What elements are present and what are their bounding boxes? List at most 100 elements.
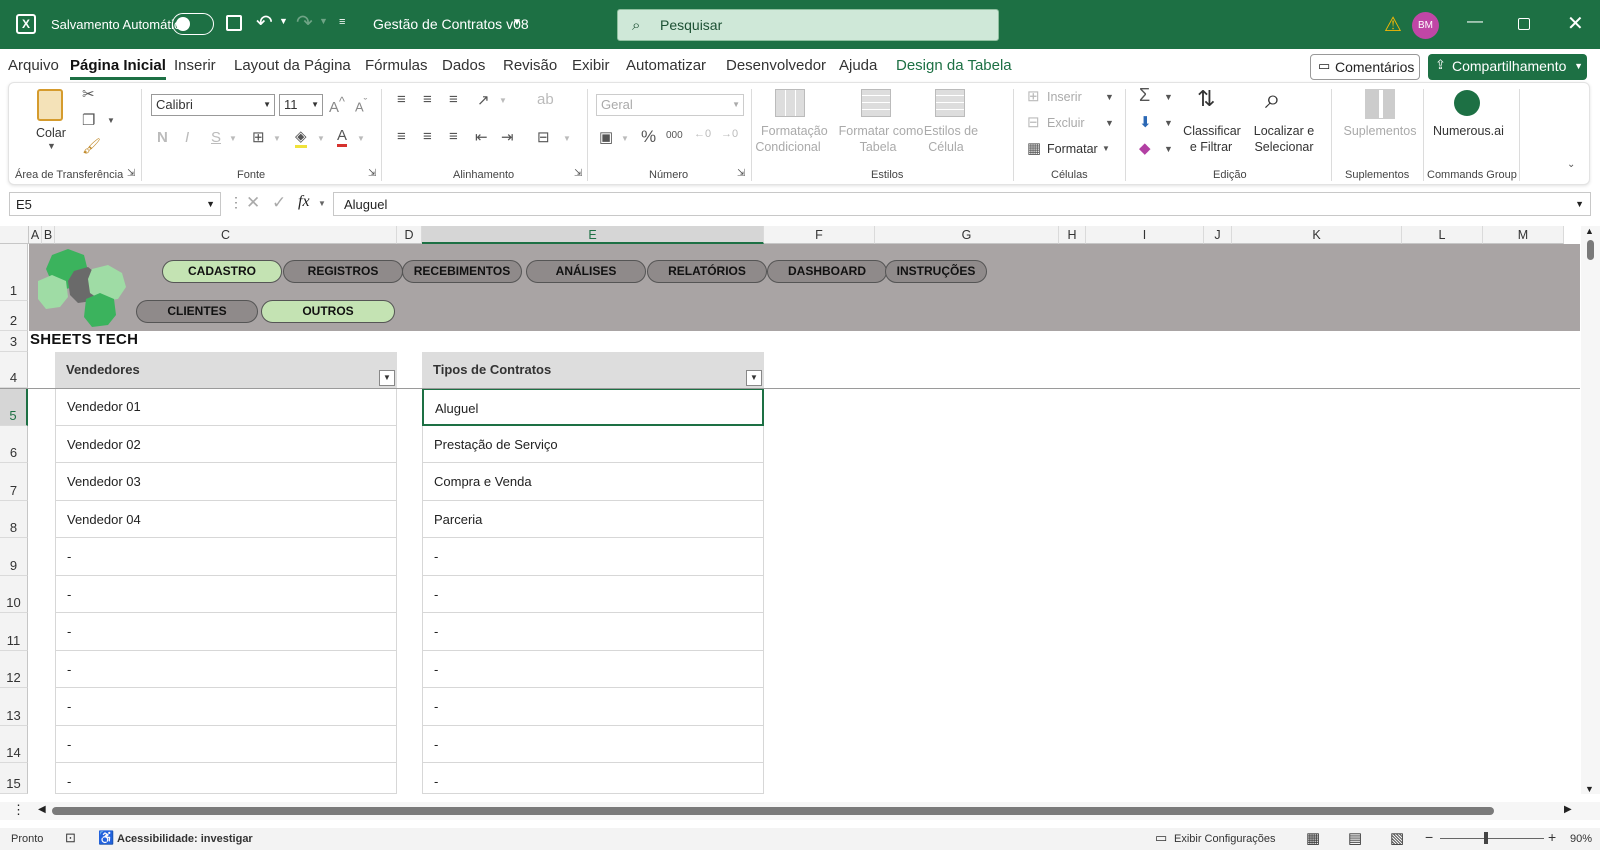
autosave-toggle[interactable] <box>172 13 214 35</box>
title-chevron-down-icon[interactable]: ▼ <box>512 17 522 28</box>
borders-chevron-icon[interactable]: ▼ <box>273 134 281 143</box>
vendedor-cell[interactable]: - <box>55 538 397 576</box>
row-header-8[interactable]: 8 <box>0 501 28 538</box>
fill-icon[interactable]: ⬇ <box>1139 113 1152 131</box>
clear-icon[interactable]: ◆ <box>1139 139 1151 157</box>
conditional-formatting-label-2[interactable]: Condicional <box>753 139 823 155</box>
column-header-k[interactable]: K <box>1232 226 1402 244</box>
comments-button[interactable]: ▭ Comentários <box>1310 54 1420 80</box>
vendedor-cell[interactable]: - <box>55 651 397 688</box>
column-header-i[interactable]: I <box>1086 226 1204 244</box>
align-middle-icon[interactable]: ≡ <box>423 91 432 108</box>
menu-layout-da-pagina[interactable]: Layout da Página <box>234 57 351 74</box>
find-select-label-2[interactable]: Selecionar <box>1249 139 1319 155</box>
confirm-entry-icon[interactable]: ✓ <box>272 193 286 213</box>
ribbon-collapse-icon[interactable]: ⌄ <box>1567 159 1575 170</box>
row-header-15[interactable]: 15 <box>0 763 28 794</box>
share-button[interactable]: ⇪ Compartilhamento ▼ <box>1428 54 1587 80</box>
sort-filter-label-2[interactable]: e Filtrar <box>1185 139 1237 155</box>
wrap-text-icon[interactable]: ab <box>537 91 554 108</box>
zoom-slider[interactable] <box>1440 838 1544 839</box>
menu-arquivo[interactable]: Arquivo <box>8 57 59 74</box>
scroll-left-icon[interactable]: ◀ <box>38 804 46 815</box>
row-header-3[interactable]: 3 <box>0 331 28 352</box>
vendedor-cell[interactable]: Vendedor 03 <box>55 463 397 501</box>
format-chevron-icon[interactable]: ▼ <box>1102 144 1110 153</box>
scroll-right-icon[interactable]: ▶ <box>1564 804 1572 815</box>
shrink-font-icon[interactable]: Aˇ <box>355 97 367 114</box>
font-size-select[interactable]: 11 ▼ <box>279 94 323 116</box>
align-right-icon[interactable]: ≡ <box>449 128 458 145</box>
addins-icon[interactable] <box>1365 89 1395 119</box>
horizontal-scrollbar[interactable]: ⋮ ◀ ▶ <box>0 802 1600 820</box>
column-header-l[interactable]: L <box>1402 226 1483 244</box>
row-header-4[interactable]: 4 <box>0 352 28 388</box>
tipo-contrato-cell[interactable]: - <box>422 688 764 726</box>
tipo-contrato-cell[interactable]: Prestação de Serviço <box>422 426 764 463</box>
copy-chevron-down-icon[interactable]: ▼ <box>107 116 115 125</box>
avatar[interactable]: BM <box>1412 12 1439 39</box>
vertical-scrollbar[interactable]: ▲ ▼ <box>1581 226 1600 794</box>
column-header-j[interactable]: J <box>1204 226 1232 244</box>
menu-revisao[interactable]: Revisão <box>503 57 557 74</box>
vendedores-filter-icon[interactable]: ▼ <box>379 370 395 386</box>
sort-filter-label-1[interactable]: Classificar <box>1179 123 1245 139</box>
minimize-icon[interactable]: — <box>1467 13 1483 31</box>
menu-pagina-inicial[interactable]: Página Inicial <box>70 57 166 80</box>
share-chevron-down-icon[interactable]: ▼ <box>1574 61 1583 71</box>
zoom-level[interactable]: 90% <box>1570 833 1592 845</box>
decrease-indent-icon[interactable]: ⇤ <box>475 128 488 146</box>
tipo-contrato-cell[interactable]: - <box>422 538 764 576</box>
vendedor-cell[interactable]: - <box>55 613 397 651</box>
delete-cells-icon[interactable]: ⊟ <box>1027 113 1040 131</box>
name-box[interactable]: E5 ▼ <box>9 192 221 216</box>
numerous-label[interactable]: Numerous.ai <box>1433 123 1504 139</box>
undo-icon[interactable]: ↶ <box>256 10 273 35</box>
nav-button-analises[interactable]: ANÁLISES <box>526 260 646 283</box>
tipo-contrato-cell[interactable]: Parceria <box>422 501 764 538</box>
row-header-9[interactable]: 9 <box>0 538 28 576</box>
menu-inserir[interactable]: Inserir <box>174 57 216 74</box>
normal-view-icon[interactable]: ▦ <box>1306 829 1320 847</box>
contratos-filter-icon[interactable]: ▼ <box>746 370 762 386</box>
orientation-icon[interactable]: ↗ <box>477 91 490 109</box>
vendedor-cell[interactable]: - <box>55 763 397 794</box>
tipo-contrato-cell[interactable]: - <box>422 763 764 794</box>
merge-chevron-icon[interactable]: ▼ <box>563 134 571 143</box>
insert-function-icon[interactable]: fx <box>298 193 310 211</box>
macro-record-icon[interactable]: ⊡ <box>65 830 76 846</box>
insert-chevron-icon[interactable]: ▼ <box>1105 92 1114 102</box>
cell-styles-icon[interactable] <box>935 89 965 117</box>
column-header-d[interactable]: D <box>397 226 422 244</box>
format-cells-icon[interactable]: ▦ <box>1027 139 1041 157</box>
increase-decimal-icon[interactable]: ←0 <box>694 128 711 140</box>
menu-dados[interactable]: Dados <box>442 57 485 74</box>
horizontal-scroll-thumb[interactable] <box>52 807 1494 815</box>
vendedor-cell[interactable]: Vendedor 04 <box>55 501 397 538</box>
row-header-12[interactable]: 12 <box>0 651 28 688</box>
document-title[interactable]: Gestão de Contratos v08 <box>373 16 529 32</box>
row-header-5[interactable]: 5 <box>0 388 28 426</box>
accessibility-status[interactable]: Acessibilidade: investigar <box>117 833 253 845</box>
thousands-icon[interactable]: 000 <box>666 130 683 141</box>
column-header-g[interactable]: G <box>875 226 1059 244</box>
autosum-chevron-icon[interactable]: ▼ <box>1164 92 1173 102</box>
grow-font-icon[interactable]: A^ <box>329 95 345 116</box>
number-format-select[interactable]: Geral ▼ <box>596 94 744 116</box>
conditional-formatting-icon[interactable] <box>775 89 805 117</box>
vertical-scroll-thumb[interactable] <box>1587 240 1594 260</box>
cancel-entry-icon[interactable]: ✕ <box>246 193 260 213</box>
format-cells-label[interactable]: Formatar <box>1047 141 1098 157</box>
close-icon[interactable]: ✕ <box>1567 11 1584 36</box>
addins-label[interactable]: Suplementos <box>1341 123 1419 139</box>
clear-chevron-icon[interactable]: ▼ <box>1164 144 1173 154</box>
tipo-contrato-cell[interactable]: - <box>422 576 764 613</box>
format-as-table-icon[interactable] <box>861 89 891 117</box>
underline-icon[interactable]: S <box>211 129 221 146</box>
nav-button-registros[interactable]: REGISTROS <box>283 260 403 283</box>
warning-icon[interactable]: ⚠ <box>1384 12 1402 37</box>
format-as-table-label-2[interactable]: Tabela <box>855 139 901 155</box>
font-color-icon[interactable]: A <box>337 127 348 147</box>
currency-icon[interactable]: ▣ <box>599 128 613 146</box>
find-select-label-1[interactable]: Localizar e <box>1251 123 1317 139</box>
